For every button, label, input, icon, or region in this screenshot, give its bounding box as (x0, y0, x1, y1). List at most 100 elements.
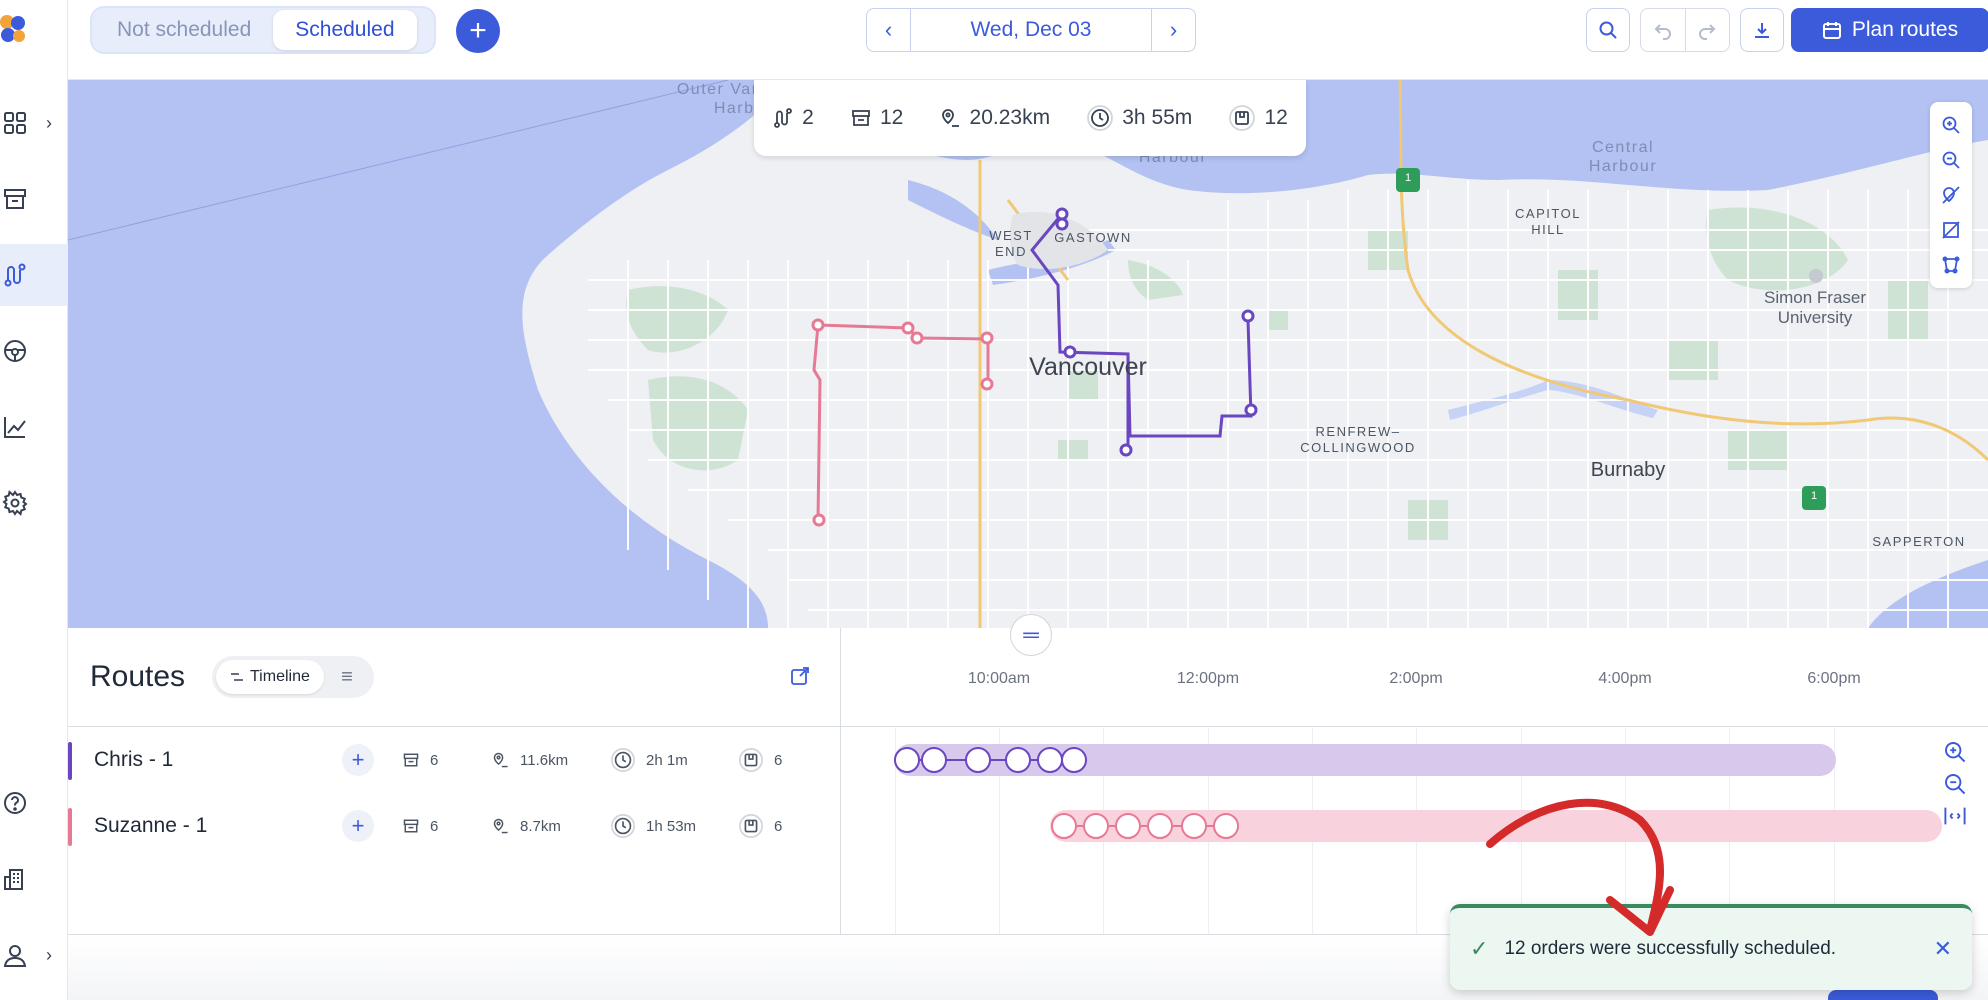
drag-handle-icon: ═ (1023, 622, 1039, 647)
help-icon (4, 792, 26, 814)
route-summary-bar: 2 12 20.23km 3h 55m 12 (754, 80, 1306, 156)
rail-item-help[interactable] (0, 772, 68, 834)
rail-item-analytics[interactable] (0, 396, 68, 458)
undo-redo-group (1640, 8, 1730, 52)
rail-item-settings[interactable] (0, 472, 68, 534)
list-icon: ≡ (341, 665, 353, 688)
timeline-stop[interactable] (1058, 744, 1090, 776)
highway-number: 1 (1404, 172, 1412, 184)
next-day-button[interactable]: › (1151, 9, 1195, 51)
route-duration-value: 1h 53m (646, 817, 697, 835)
date-picker: ‹ Wed, Dec 03 › (866, 8, 1196, 52)
fit-width-icon[interactable] (1943, 804, 1967, 828)
plan-routes-label: Plan routes (1851, 18, 1959, 41)
add-stop-button[interactable]: + (342, 744, 374, 776)
line-chart-icon (4, 417, 26, 438)
route-row-suzanne[interactable]: Suzanne - 1 + 6 8.7km 1h 53m 6 (68, 798, 840, 854)
summary-stops: 12 (850, 106, 903, 130)
route-row-chris[interactable]: Chris - 1 + 6 11.6km 2h 1m 6 (68, 732, 840, 788)
timeline-view-button[interactable]: Timeline (216, 660, 324, 694)
tab-scheduled[interactable]: Scheduled (273, 10, 417, 50)
route-name: Suzanne - 1 (94, 814, 208, 837)
grid-icon (4, 112, 26, 134)
timeline-time-label: 10:00am (967, 670, 1031, 687)
rail-item-dashboard[interactable]: › (0, 92, 68, 154)
map-label-sfu: Simon Fraser University (1763, 288, 1867, 328)
route-icon (774, 108, 792, 128)
route-stops: 6 (402, 817, 438, 835)
package-icon (739, 814, 763, 838)
timeline-zoom-controls (1940, 740, 1970, 840)
search-button[interactable] (1586, 8, 1630, 52)
hide-area-icon[interactable] (1941, 220, 1961, 240)
route-distance: 11.6km (492, 751, 568, 769)
chevron-right-icon: › (46, 112, 52, 133)
route-distance: 8.7km (492, 817, 561, 835)
hide-pins-icon[interactable] (1941, 185, 1961, 205)
distance-pin-icon (941, 109, 959, 127)
route-duration: 2h 1m (610, 747, 688, 773)
top-bar: Not scheduled Scheduled + ‹ Wed, Dec 03 … (68, 0, 1988, 80)
route-orders-value: 6 (774, 751, 783, 769)
add-button[interactable]: + (456, 9, 500, 53)
rail-item-orders[interactable] (0, 168, 68, 230)
current-date[interactable]: Wed, Dec 03 (911, 9, 1151, 51)
route-distance-value: 11.6km (520, 751, 569, 769)
timeline-stops-suzanne (1051, 813, 1239, 839)
partially-hidden-button[interactable] (1828, 990, 1938, 1000)
summary-routes-value: 2 (802, 106, 814, 129)
zoom-out-icon[interactable] (1941, 150, 1961, 170)
timeline-icon (231, 673, 243, 681)
rail-item-drivers[interactable] (0, 320, 68, 382)
calendar-icon (1822, 22, 1841, 39)
archive-box-icon (852, 110, 870, 126)
package-icon (1229, 105, 1256, 131)
route-duration-value: 2h 1m (646, 751, 688, 769)
draw-polygon-icon[interactable] (1941, 255, 1961, 275)
rail-item-account[interactable]: › (0, 924, 68, 986)
view-toggle: Timeline ≡ (212, 656, 374, 698)
download-button[interactable] (1740, 8, 1784, 52)
toast-message: 12 orders were successfully scheduled. (1504, 938, 1837, 959)
archive-box-icon (403, 753, 419, 767)
plan-routes-button[interactable]: Plan routes (1791, 8, 1988, 52)
zoom-in-icon[interactable] (1943, 740, 1967, 764)
prev-day-button[interactable]: ‹ (867, 9, 911, 51)
highway-number: 1 (1810, 490, 1818, 502)
add-stop-button[interactable]: + (342, 810, 374, 842)
route-orders: 6 (738, 747, 782, 773)
chevron-left-icon: ‹ (884, 17, 893, 42)
app-logo (0, 15, 25, 42)
summary-routes: 2 (772, 106, 814, 130)
search-icon (1599, 21, 1617, 39)
route-orders: 6 (738, 813, 782, 839)
route-duration: 1h 53m (610, 813, 696, 839)
summary-distance-value: 20.23km (969, 106, 1051, 129)
rail-item-company[interactable] (0, 848, 68, 910)
zoom-in-icon[interactable] (1941, 115, 1961, 135)
route-map[interactable]: Outer Vancouver Harbour Central Harbour … (68, 80, 1988, 628)
plus-icon: + (469, 14, 487, 47)
map-label-sapperton: SAPPERTON (1872, 534, 1966, 549)
expand-icon[interactable] (790, 666, 810, 686)
zoom-out-icon[interactable] (1943, 772, 1967, 796)
map-label-burnaby: Burnaby (1590, 459, 1666, 481)
download-icon (1755, 23, 1769, 38)
plus-icon: + (351, 813, 365, 838)
map-label-west-end: WEST END (989, 228, 1033, 259)
redo-icon (1699, 24, 1716, 40)
panel-resize-handle[interactable]: ═ (1010, 614, 1052, 656)
close-icon[interactable]: ✕ (1934, 936, 1952, 962)
map-label-central-harbour: Central Harbour (1588, 139, 1658, 176)
distance-pin-icon (493, 818, 508, 834)
tab-not-scheduled[interactable]: Not scheduled (95, 10, 273, 50)
rail-item-routes[interactable] (0, 244, 68, 306)
list-view-button[interactable]: ≡ (324, 666, 370, 689)
route-orders-value: 6 (774, 817, 783, 835)
panel-divider (840, 628, 841, 934)
annotation-arrow (1486, 798, 1674, 936)
app-root: › › Not scheduled Scheduled + ‹ Wed, Dec… (0, 0, 1988, 1000)
undo-button[interactable] (1641, 9, 1685, 51)
map-label-gastown: GASTOWN (1054, 230, 1132, 245)
redo-button[interactable] (1684, 9, 1730, 51)
